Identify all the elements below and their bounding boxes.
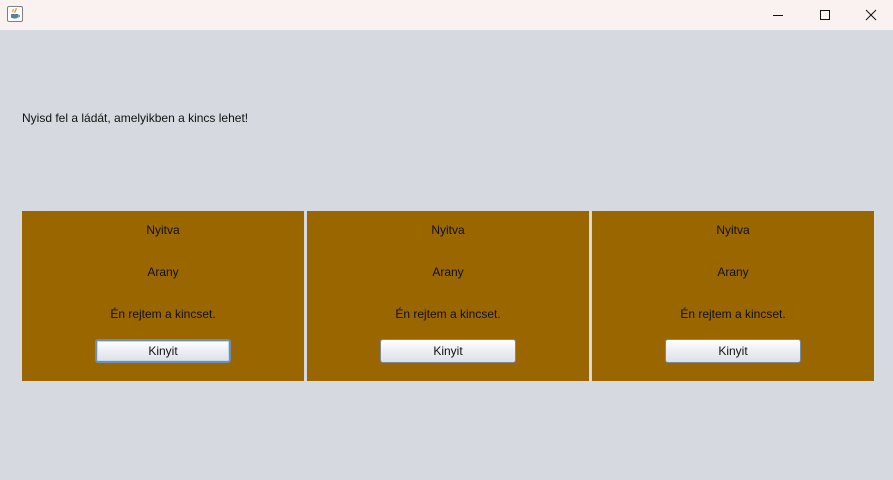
maximize-icon: [820, 10, 830, 20]
minimize-button[interactable]: [755, 0, 801, 30]
title-bar[interactable]: [0, 0, 893, 30]
open-chest-button[interactable]: Kinyit: [95, 339, 231, 363]
chest-panel: Nyitva Arany Én rejtem a kincset. Kinyit: [22, 211, 304, 381]
close-icon: [865, 9, 877, 21]
chest-panel: Nyitva Arany Én rejtem a kincset. Kinyit: [307, 211, 589, 381]
chest-panel: Nyitva Arany Én rejtem a kincset. Kinyit: [592, 211, 874, 381]
chest-status-label: Nyitva: [431, 223, 465, 237]
chest-status-label: Nyitva: [146, 223, 180, 237]
instruction-label: Nyisd fel a ládát, amelyikben a kincs le…: [22, 111, 249, 125]
chest-material-label: Arany: [147, 265, 179, 279]
open-chest-button[interactable]: Kinyit: [380, 339, 516, 363]
maximize-button[interactable]: [802, 0, 848, 30]
open-chest-button[interactable]: Kinyit: [665, 339, 801, 363]
chest-inscription-label: Én rejtem a kincset.: [395, 307, 501, 321]
chest-material-label: Arany: [717, 265, 749, 279]
java-cup-icon[interactable]: [7, 6, 23, 22]
chest-inscription-label: Én rejtem a kincset.: [680, 307, 786, 321]
minimize-icon: [773, 15, 783, 16]
chest-material-label: Arany: [432, 265, 464, 279]
close-button[interactable]: [848, 0, 893, 30]
chest-status-label: Nyitva: [716, 223, 750, 237]
chest-inscription-label: Én rejtem a kincset.: [110, 307, 216, 321]
